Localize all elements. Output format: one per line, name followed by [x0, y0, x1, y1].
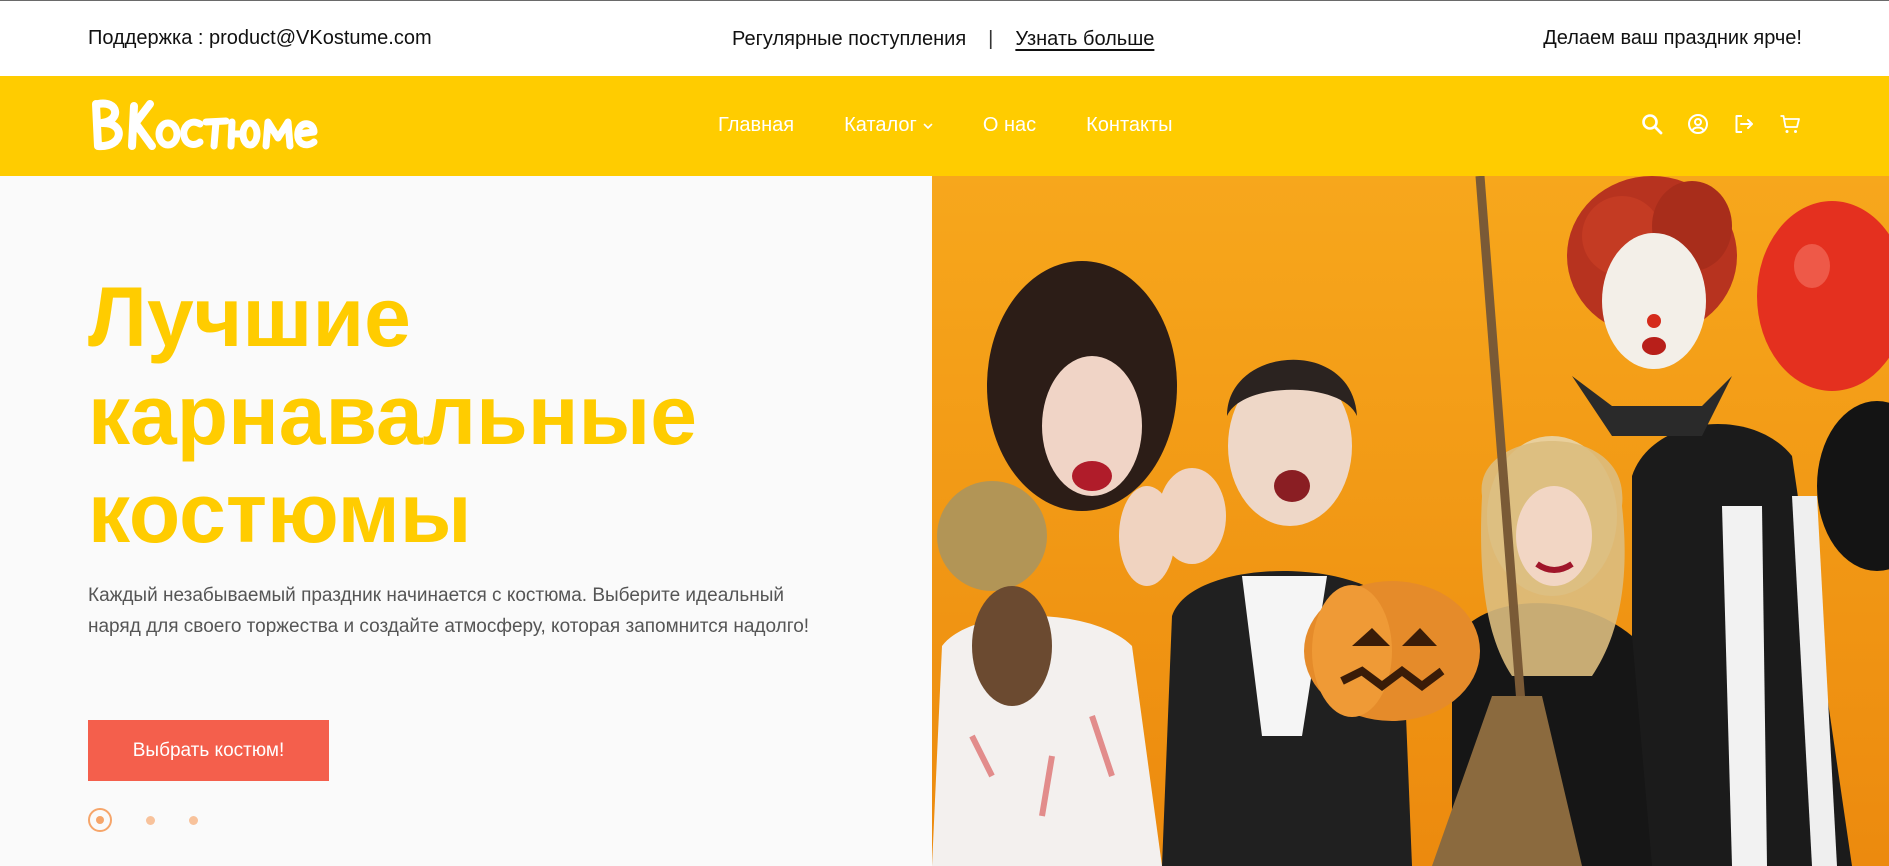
nav-catalog[interactable]: Каталог	[844, 114, 933, 137]
hero-title-line-3: костюмы	[88, 466, 472, 560]
arrivals-text: Регулярные поступления	[732, 28, 967, 50]
choose-costume-button[interactable]: Выбрать костюм!	[88, 720, 329, 781]
slide-dot-3[interactable]	[189, 815, 198, 825]
nav-about[interactable]: О нас	[983, 114, 1036, 137]
arrivals-block: Регулярные поступления | Узнать больше	[732, 28, 1154, 51]
top-info-bar: Поддержка : product@VKostume.com Регуляр…	[0, 0, 1889, 76]
nav-contacts[interactable]: Контакты	[1086, 114, 1172, 137]
logout-icon[interactable]	[1733, 113, 1755, 135]
nav-about-label: О нас	[982, 114, 1037, 136]
hero-image	[932, 176, 1889, 866]
nav-home-label: Главная	[718, 114, 795, 136]
cart-icon[interactable]	[1779, 113, 1801, 135]
logo[interactable]	[90, 94, 320, 160]
header-icons	[1641, 113, 1801, 135]
nav-catalog-label: Каталог	[844, 114, 917, 136]
hero-description: Каждый незабываемый праздник начинается …	[88, 585, 810, 637]
nav-home[interactable]: Главная	[718, 114, 794, 137]
main-nav: Главная Каталог О нас Контакты	[718, 114, 1223, 137]
separator: |	[988, 28, 994, 50]
hero-title-line-2: карнавальные	[88, 368, 697, 462]
hero-title-line-1: Лучшие	[88, 270, 411, 364]
site-header: Главная Каталог О нас Контакты	[0, 76, 1889, 176]
slider-pagination	[88, 808, 198, 832]
nav-contacts-label: Контакты	[1086, 114, 1173, 136]
learn-more-link[interactable]: Узнать больше	[1015, 28, 1154, 51]
chevron-down-icon	[923, 123, 933, 129]
support-email: Поддержка : product@VKostume.com	[88, 27, 432, 49]
hero-section: Лучшие карнавальные костюмы Каждый незаб…	[0, 176, 932, 866]
slide-dot-1-active[interactable]	[88, 808, 112, 832]
user-icon[interactable]	[1687, 113, 1709, 135]
slide-dot-2[interactable]	[146, 815, 155, 825]
search-icon[interactable]	[1641, 113, 1663, 135]
hero-title: Лучшие карнавальные костюмы	[88, 268, 888, 562]
slogan: Делаем ваш праздник ярче!	[1543, 27, 1802, 49]
